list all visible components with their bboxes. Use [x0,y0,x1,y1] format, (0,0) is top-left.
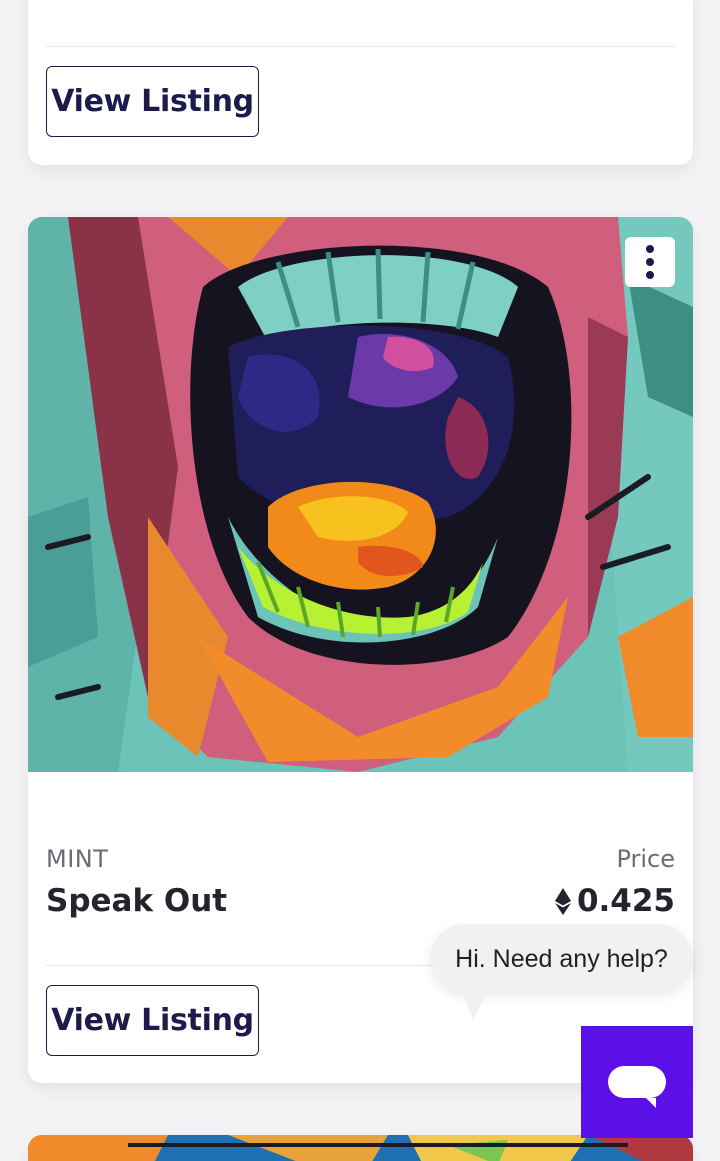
collection-name: MINT [46,845,109,873]
listing-card-next [28,1135,693,1161]
chat-launcher-button[interactable] [581,1026,693,1138]
chat-bubble-tail [463,994,487,1020]
ethereum-icon [554,887,571,915]
card-divider [46,46,675,47]
listing-price: 0.425 [554,883,675,919]
price-label: Price [616,845,675,873]
nft-artwork-image-next[interactable] [28,1135,693,1161]
view-listing-button[interactable]: View Listing [46,66,259,137]
dot-icon [646,271,654,279]
dot-icon [646,258,654,266]
price-value: 0.425 [576,883,675,919]
listing-card-previous: View Listing [28,0,693,165]
page: View Listing MINT Price Speak Out 0.425 … [0,0,720,1161]
view-listing-button[interactable]: View Listing [46,985,259,1056]
listing-title: Speak Out [46,883,228,919]
dot-icon [646,245,654,253]
chat-bubble-icon [608,1066,666,1108]
chat-greeting-bubble[interactable]: Hi. Need any help? [430,924,693,994]
more-options-button[interactable] [625,237,675,287]
nft-artwork-image[interactable] [28,217,693,772]
